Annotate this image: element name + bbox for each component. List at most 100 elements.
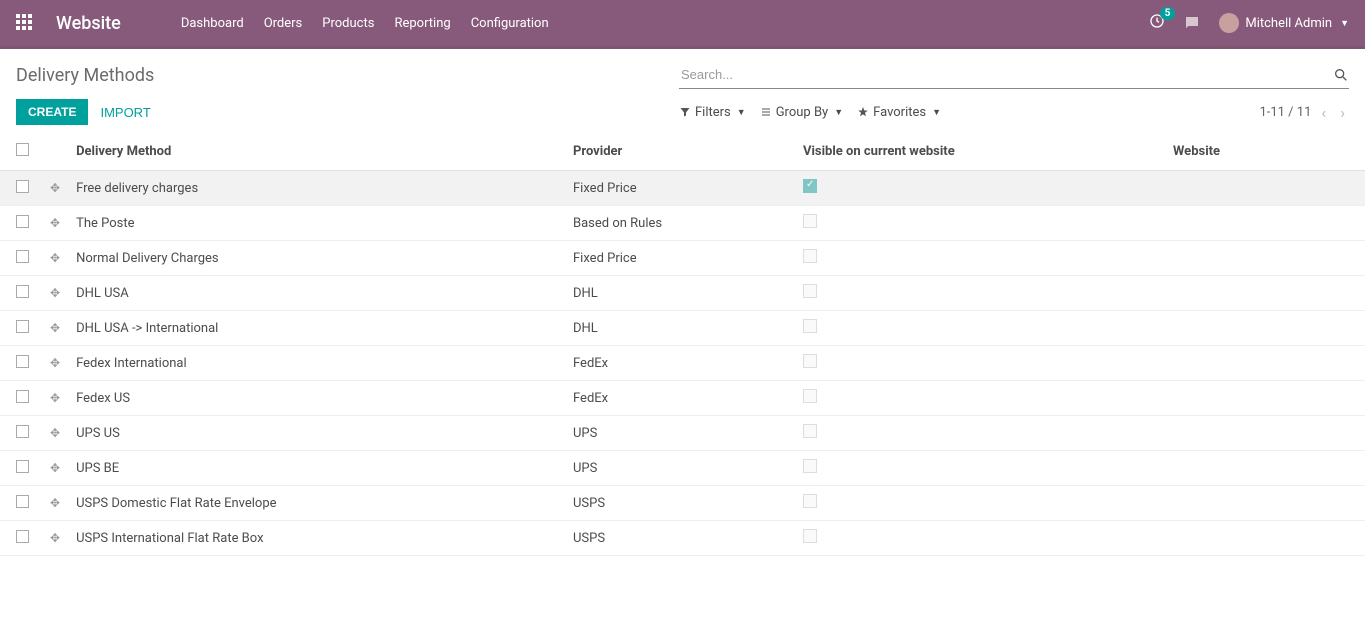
topbar: Website Dashboard Orders Products Report… xyxy=(0,0,1365,46)
cell-provider: Based on Rules xyxy=(565,206,795,241)
user-name: Mitchell Admin xyxy=(1245,16,1332,31)
groupby-button[interactable]: Group By ▼ xyxy=(760,105,843,120)
table-row[interactable]: ✥UPS BEUPS xyxy=(0,451,1365,486)
row-checkbox[interactable] xyxy=(16,285,29,298)
menu-configuration[interactable]: Configuration xyxy=(461,16,559,31)
cell-website xyxy=(1165,521,1365,556)
row-checkbox[interactable] xyxy=(16,530,29,543)
caret-down-icon: ▼ xyxy=(932,107,941,118)
pager-text: 1-11 / 11 xyxy=(1259,105,1311,120)
cell-provider: UPS xyxy=(565,416,795,451)
activity-badge: 5 xyxy=(1160,7,1176,20)
pager-next[interactable]: › xyxy=(1336,103,1349,122)
import-button[interactable]: IMPORT xyxy=(100,105,150,120)
visible-checkbox xyxy=(803,529,817,543)
visible-checkbox xyxy=(803,354,817,368)
cell-method: USPS International Flat Rate Box xyxy=(68,521,565,556)
list-icon xyxy=(760,106,772,118)
apps-icon[interactable] xyxy=(16,14,34,32)
row-checkbox[interactable] xyxy=(16,355,29,368)
col-method[interactable]: Delivery Method xyxy=(68,133,565,171)
control-panel: Delivery Methods CREATE IMPORT Filters ▼… xyxy=(0,49,1365,133)
cell-provider: FedEx xyxy=(565,346,795,381)
menu-products[interactable]: Products xyxy=(312,16,384,31)
visible-checkbox xyxy=(803,389,817,403)
cell-method: Fedex US xyxy=(68,381,565,416)
cell-website xyxy=(1165,381,1365,416)
cell-method: DHL USA -> International xyxy=(68,311,565,346)
chat-icon[interactable] xyxy=(1183,14,1201,32)
drag-handle-icon[interactable]: ✥ xyxy=(50,426,60,440)
table-row[interactable]: ✥The PosteBased on Rules xyxy=(0,206,1365,241)
cell-provider: FedEx xyxy=(565,381,795,416)
row-checkbox[interactable] xyxy=(16,390,29,403)
cell-provider: DHL xyxy=(565,276,795,311)
row-checkbox[interactable] xyxy=(16,215,29,228)
cell-provider: USPS xyxy=(565,486,795,521)
groupby-label: Group By xyxy=(776,105,829,120)
cell-provider: DHL xyxy=(565,311,795,346)
cell-method: DHL USA xyxy=(68,276,565,311)
row-checkbox[interactable] xyxy=(16,250,29,263)
cell-provider: UPS xyxy=(565,451,795,486)
caret-down-icon: ▼ xyxy=(834,107,843,118)
table-row[interactable]: ✥Fedex InternationalFedEx xyxy=(0,346,1365,381)
caret-down-icon: ▼ xyxy=(1340,18,1349,29)
row-checkbox[interactable] xyxy=(16,425,29,438)
activity-button[interactable]: 5 xyxy=(1149,13,1165,33)
menu-orders[interactable]: Orders xyxy=(254,16,313,31)
drag-handle-icon[interactable]: ✥ xyxy=(50,216,60,230)
visible-checkbox xyxy=(803,494,817,508)
row-checkbox[interactable] xyxy=(16,180,29,193)
table-row[interactable]: ✥ DHL USADHL xyxy=(0,276,1365,311)
search-input[interactable] xyxy=(679,63,1333,86)
drag-handle-icon[interactable]: ✥ xyxy=(50,286,60,300)
drag-handle-icon[interactable]: ✥ xyxy=(50,531,60,545)
col-visible[interactable]: Visible on current website xyxy=(795,133,1165,171)
search-icon[interactable] xyxy=(1333,67,1349,83)
main-menu: Dashboard Orders Products Reporting Conf… xyxy=(171,16,559,31)
cell-website xyxy=(1165,171,1365,206)
row-checkbox[interactable] xyxy=(16,495,29,508)
drag-handle-icon[interactable]: ✥ xyxy=(50,181,60,195)
favorites-button[interactable]: Favorites ▼ xyxy=(857,105,941,120)
col-provider[interactable]: Provider xyxy=(565,133,795,171)
create-button[interactable]: CREATE xyxy=(16,99,88,125)
drag-handle-icon[interactable]: ✥ xyxy=(50,391,60,405)
drag-handle-icon[interactable]: ✥ xyxy=(50,496,60,510)
cell-website xyxy=(1165,276,1365,311)
brand[interactable]: Website xyxy=(56,13,121,34)
select-all-checkbox[interactable] xyxy=(16,143,29,156)
pager-prev[interactable]: ‹ xyxy=(1317,103,1330,122)
breadcrumb: Delivery Methods xyxy=(16,65,154,86)
delivery-methods-table: Delivery Method Provider Visible on curr… xyxy=(0,133,1365,556)
table-row[interactable]: ✥UPS USUPS xyxy=(0,416,1365,451)
table-row[interactable]: ✥ Fedex USFedEx xyxy=(0,381,1365,416)
table-row[interactable]: ✥ DHL USA -> InternationalDHL xyxy=(0,311,1365,346)
cell-website xyxy=(1165,206,1365,241)
filters-button[interactable]: Filters ▼ xyxy=(679,105,746,120)
drag-handle-icon[interactable]: ✥ xyxy=(50,321,60,335)
visible-checkbox xyxy=(803,249,817,263)
filters-label: Filters xyxy=(695,105,731,120)
visible-checkbox xyxy=(803,459,817,473)
drag-handle-icon[interactable]: ✥ xyxy=(50,356,60,370)
table-row[interactable]: ✥USPS International Flat Rate BoxUSPS xyxy=(0,521,1365,556)
cell-website xyxy=(1165,416,1365,451)
menu-reporting[interactable]: Reporting xyxy=(384,16,460,31)
col-website[interactable]: Website xyxy=(1165,133,1365,171)
drag-handle-icon[interactable]: ✥ xyxy=(50,251,60,265)
table-row[interactable]: ✥Free delivery chargesFixed Price xyxy=(0,171,1365,206)
row-checkbox[interactable] xyxy=(16,320,29,333)
cell-website xyxy=(1165,311,1365,346)
row-checkbox[interactable] xyxy=(16,460,29,473)
menu-dashboard[interactable]: Dashboard xyxy=(171,16,254,31)
cell-website xyxy=(1165,241,1365,276)
avatar xyxy=(1219,13,1239,33)
drag-handle-icon[interactable]: ✥ xyxy=(50,461,60,475)
table-row[interactable]: ✥Normal Delivery ChargesFixed Price xyxy=(0,241,1365,276)
table-row[interactable]: ✥USPS Domestic Flat Rate EnvelopeUSPS xyxy=(0,486,1365,521)
topbar-right: 5 Mitchell Admin ▼ xyxy=(1149,13,1349,33)
search-bar xyxy=(679,61,1349,89)
user-menu[interactable]: Mitchell Admin ▼ xyxy=(1219,13,1349,33)
